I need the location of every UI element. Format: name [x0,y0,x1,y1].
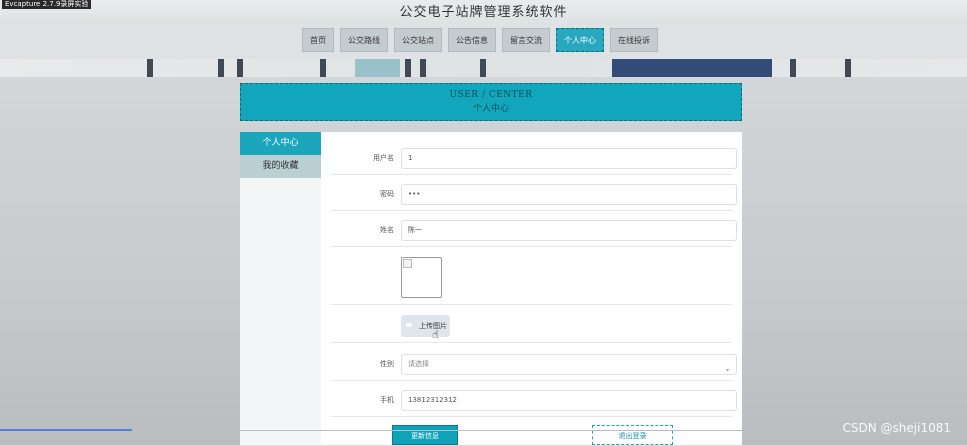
nav-item-complaints[interactable]: 在线投诉 [610,28,658,52]
banner-post [405,59,411,77]
chevron-down-icon: ▾ [725,367,729,374]
banner-post [845,59,851,77]
nav-menu: 首页 公交路线 公交站点 公告信息 留言交流 个人中心 在线投诉 [302,28,658,52]
nav-item-messages[interactable]: 留言交流 [502,28,550,52]
sidebar: 个人中心 我的收藏 [240,132,321,445]
sidebar-item-favorites[interactable]: 我的收藏 [240,155,321,178]
banner-glass-panel [355,59,400,77]
gender-select[interactable]: 请选择 ▾ [401,354,737,375]
profile-form-panel: 用户名 1 密码 ••• 姓名 陈一 上传图片 ☝ 性别 请选择 ▾ 手机 13… [321,132,742,445]
password-input[interactable]: ••• [401,184,737,205]
username-input[interactable]: 1 [401,148,737,169]
gender-label: 性别 [380,360,394,368]
nav-item-home[interactable]: 首页 [302,28,334,52]
password-label: 密码 [380,190,394,198]
phone-input[interactable]: 13812312312 [401,390,737,411]
video-progress-bar[interactable] [0,429,132,431]
banner-post [420,59,426,77]
nav-item-announcements[interactable]: 公告信息 [448,28,496,52]
update-info-button[interactable]: 更新信息 [392,425,458,445]
banner-post [790,59,796,77]
banner-post [147,59,153,77]
banner-image [0,59,967,77]
phone-label: 手机 [380,396,394,404]
nav-item-bus-stops[interactable]: 公交站点 [394,28,442,52]
form-row-username: 用户名 1 [331,146,737,175]
sidebar-item-user-center[interactable]: 个人中心 [240,132,321,155]
avatar-image [401,257,442,298]
banner-post [320,59,326,77]
banner-post [237,59,243,77]
form-row-name: 姓名 陈一 [331,218,737,247]
csdn-watermark: CSDN @sheji1081 [842,421,951,435]
form-row-password: 密码 ••• [331,182,737,211]
nav-item-user-center[interactable]: 个人中心 [556,28,604,52]
banner-post [480,59,486,77]
nav-item-bus-routes[interactable]: 公交路线 [340,28,388,52]
name-label: 姓名 [380,226,394,234]
site-title: 公交电子站牌管理系统软件 [399,5,568,20]
banner-post [218,59,224,77]
form-row-upload: 上传图片 ☝ [331,308,732,343]
logout-button[interactable]: 退出登录 [592,425,673,445]
upload-cloud-icon [406,323,412,327]
banner-screen [612,59,772,77]
upload-image-button[interactable]: 上传图片 ☝ [401,315,450,341]
form-row-avatar [331,248,732,305]
pointer-cursor-icon: ☝ [432,328,439,341]
form-row-phone: 手机 13812312312 [331,388,737,417]
user-center-title-cn: 个人中心 [472,104,509,114]
broken-image-icon [403,259,412,268]
top-title-bar: Evcapture 2.7.9录屏实验 公交电子站牌管理系统软件 [0,0,967,24]
name-input[interactable]: 陈一 [401,220,737,241]
gender-select-placeholder: 请选择 [408,360,429,368]
user-center-header: USER / CENTER 个人中心 [240,83,742,121]
navbar: 首页 公交路线 公交站点 公告信息 留言交流 个人中心 在线投诉 [0,23,967,60]
form-row-gender: 性别 请选择 ▾ [331,352,737,381]
user-center-title-en: USER / CENTER [449,90,533,100]
username-label: 用户名 [373,154,394,162]
